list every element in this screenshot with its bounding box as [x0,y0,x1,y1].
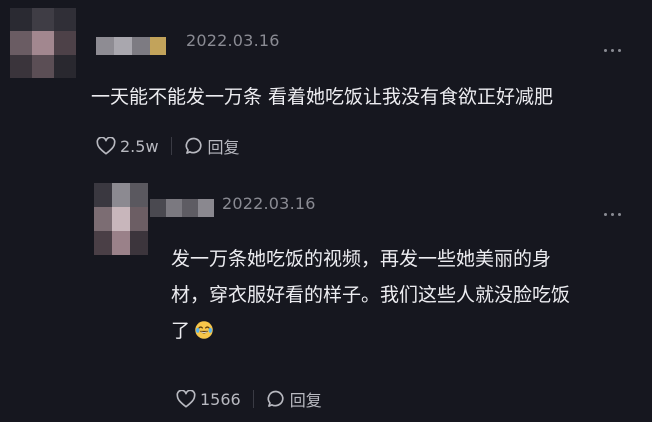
reply-button[interactable]: 回复 [266,387,322,411]
reply-label: 回复 [207,138,240,157]
reply-text-line: 材，穿衣服好看的样子。我们这些人就没脸吃饭 [171,284,571,306]
heart-icon [96,137,116,155]
tearful-laugh-emoji [195,321,213,339]
reply-text-line-last: 了 [171,313,570,349]
reply-text: 发一万条她吃饭的视频，再发一些她美丽的身 材，穿衣服好看的样子。我们这些人就没脸… [171,241,570,349]
speech-bubble-icon [267,390,284,407]
avatar[interactable] [94,183,148,255]
speech-bubble-icon [185,137,202,154]
avatar[interactable] [10,8,76,78]
username[interactable] [96,37,166,55]
reply-text-line: 发一万条她吃饭的视频，再发一些她美丽的身 [171,248,552,270]
comment-thread: 2022.03.16 一天能不能发一万条 看着她吃饭让我没有食欲正好减肥 2.5… [0,0,652,422]
like-button[interactable]: 1566 [176,390,241,409]
heart-icon [176,390,196,408]
divider [252,390,254,408]
reply-button[interactable]: 回复 [184,134,240,158]
more-dots-icon[interactable] [604,49,621,52]
like-count: 1566 [200,389,241,409]
divider [170,137,172,155]
comment-actions: 2.5w 回复 [96,134,240,158]
like-button[interactable]: 2.5w [96,137,159,156]
reply-date: 2022.03.16 [222,194,316,213]
reply-label: 回复 [289,391,322,410]
comment-text: 一天能不能发一万条 看着她吃饭让我没有食欲正好减肥 [91,86,554,108]
comment-date: 2022.03.16 [186,31,280,50]
username[interactable] [150,199,214,217]
like-count: 2.5w [120,136,159,156]
more-dots-icon[interactable] [604,213,621,216]
reply-actions: 1566 回复 [176,387,322,411]
